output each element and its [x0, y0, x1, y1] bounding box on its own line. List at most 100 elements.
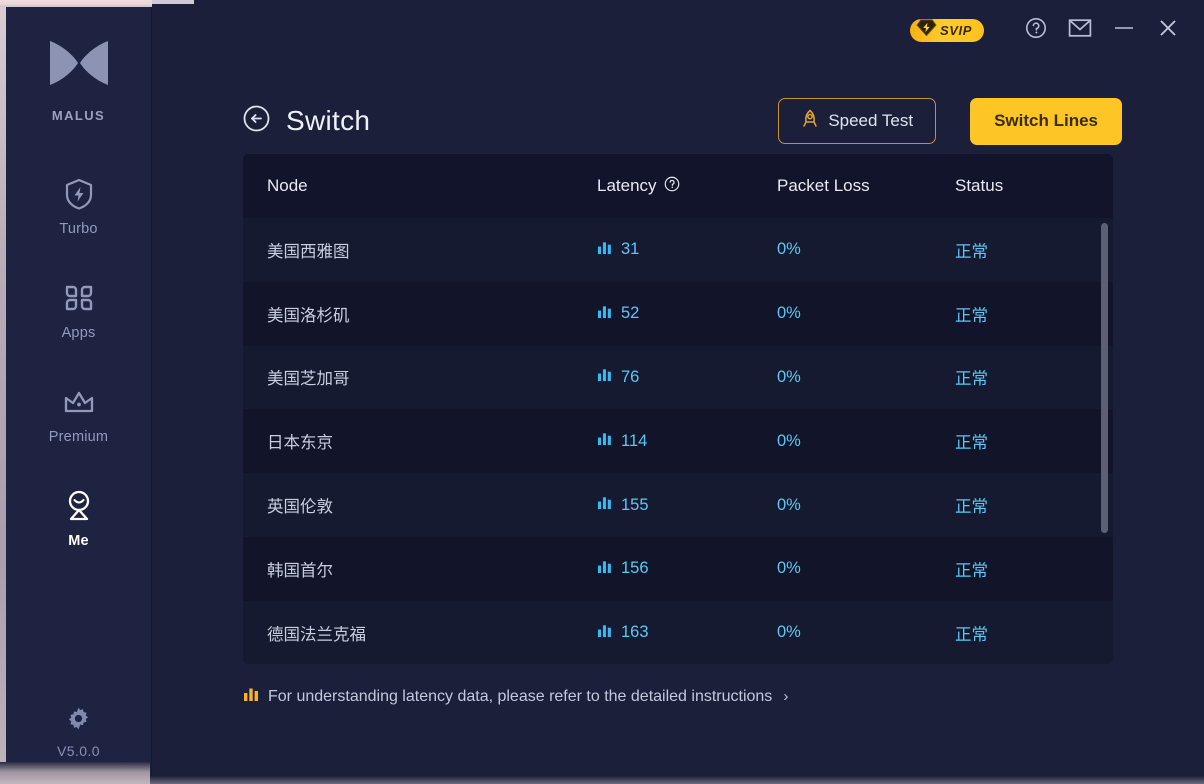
cell-node: 美国洛杉矶 [243, 302, 597, 326]
cell-node: 日本东京 [243, 429, 597, 453]
sidebar-item-premium[interactable]: Premium [6, 375, 151, 455]
version-label: V5.0.0 [6, 743, 151, 759]
brand-name: MALUS [6, 108, 151, 123]
cell-packet-loss: 0% [777, 559, 955, 578]
shield-bolt-icon [64, 179, 94, 209]
cell-status: 正常 [955, 429, 1113, 453]
main-content: Switch Speed Test Switch Lines [152, 56, 1204, 779]
question-circle-icon[interactable] [664, 176, 680, 197]
cell-latency-value: 52 [621, 304, 639, 323]
page-header: Switch Speed Test Switch Lines [152, 56, 1204, 154]
desktop-artifact-top-right [152, 0, 194, 4]
desktop-artifact-left [0, 7, 6, 784]
bar-chart-icon [597, 559, 612, 579]
svip-badge[interactable]: SVIP [910, 19, 984, 42]
latency-instructions-link[interactable]: For understanding latency data, please r… [243, 686, 1204, 707]
version-area: V5.0.0 [6, 706, 151, 759]
bar-chart-icon [597, 240, 612, 260]
cell-packet-loss: 0% [777, 496, 955, 515]
cell-node: 美国芝加哥 [243, 365, 597, 389]
grid-apps-icon [64, 283, 94, 313]
sidebar: MALUS Turbo [6, 7, 152, 779]
question-circle-icon [1025, 17, 1047, 44]
cell-status: 正常 [955, 557, 1113, 581]
latency-instructions-text: For understanding latency data, please r… [268, 688, 772, 706]
speed-test-button[interactable]: Speed Test [778, 98, 936, 144]
cell-latency-value: 156 [621, 559, 649, 578]
mail-button[interactable] [1058, 10, 1102, 50]
table-row[interactable]: 美国西雅图310%正常 [243, 218, 1113, 282]
cell-node: 韩国首尔 [243, 557, 597, 581]
brand: MALUS [6, 37, 151, 123]
svip-label: SVIP [940, 23, 972, 38]
cell-packet-loss: 0% [777, 432, 955, 451]
column-header-latency: Latency [597, 176, 777, 197]
cell-latency: 31 [597, 240, 777, 260]
cell-latency-value: 114 [621, 432, 647, 451]
table-row[interactable]: 英国伦敦 155 0%正常 [243, 473, 1113, 537]
cell-latency: 52 [597, 304, 777, 324]
close-button[interactable] [1146, 10, 1190, 50]
gear-icon[interactable] [6, 706, 151, 731]
speed-test-label: Speed Test [828, 111, 913, 131]
cell-status: 正常 [955, 493, 1113, 517]
rocket-icon [801, 109, 819, 134]
sidebar-item-turbo[interactable]: Turbo [6, 167, 151, 247]
table-row[interactable]: 美国芝加哥760%正常 [243, 346, 1113, 410]
cell-packet-loss: 0% [777, 623, 955, 642]
minimize-icon [1113, 21, 1135, 39]
bar-chart-icon [243, 686, 259, 707]
cell-latency: 156 [597, 559, 777, 579]
desktop-artifact-bottom-left [0, 762, 150, 784]
minimize-button[interactable] [1102, 10, 1146, 50]
back-circle-arrow-icon [243, 105, 270, 137]
cell-status: 正常 [955, 621, 1113, 645]
table-row[interactable]: 美国洛杉矶 52 0%正常 [243, 282, 1113, 346]
cell-node: 德国法兰克福 [243, 621, 597, 645]
close-icon [1158, 18, 1178, 43]
cell-latency: 114 [597, 431, 777, 451]
crown-icon [62, 387, 96, 417]
user-icon [64, 491, 94, 521]
switch-lines-button[interactable]: Switch Lines [970, 98, 1122, 145]
table-scrollbar[interactable] [1101, 218, 1108, 664]
cell-latency-value: 31 [621, 240, 639, 259]
chevron-right-icon: › [783, 688, 788, 705]
sidebar-item-me[interactable]: Me [6, 479, 151, 559]
cell-status: 正常 [955, 238, 1113, 262]
node-table: Node Latency Packet Loss Status 美国西雅图 31 0… [243, 154, 1113, 664]
cell-packet-loss: 0% [777, 304, 955, 323]
cell-latency: 155 [597, 495, 777, 515]
sidebar-item-apps[interactable]: Apps [6, 271, 151, 351]
malus-logo-icon [6, 37, 151, 94]
bar-chart-icon [597, 367, 612, 387]
table-header-row: Node Latency Packet Loss Status [243, 154, 1113, 218]
table-row[interactable]: 德国法兰克福 163 0%正常 [243, 601, 1113, 664]
sidebar-item-label: Turbo [59, 221, 97, 237]
table-row[interactable]: 日本东京 114 0%正常 [243, 409, 1113, 473]
help-button[interactable] [1014, 10, 1058, 50]
column-header-latency-label: Latency [597, 176, 657, 196]
column-header-status: Status [955, 176, 1113, 196]
cell-latency-value: 155 [621, 496, 649, 515]
header-actions: Speed Test Switch Lines [778, 98, 1122, 145]
mail-icon [1068, 18, 1092, 43]
back-button[interactable] [243, 105, 270, 137]
sidebar-nav: Turbo Apps [6, 167, 151, 559]
sidebar-item-label: Apps [62, 325, 96, 341]
sidebar-item-label: Me [68, 533, 89, 549]
column-header-node: Node [243, 176, 597, 196]
desktop-artifact-top [0, 0, 152, 7]
cell-latency-value: 163 [621, 623, 649, 642]
cell-status: 正常 [955, 302, 1113, 326]
cell-node: 美国西雅图 [243, 238, 597, 262]
diamond-bolt-icon [916, 18, 937, 42]
table-body: 美国西雅图310%正常美国洛杉矶520%正常美国芝加哥760%正常日本东京114… [243, 218, 1113, 664]
cell-node: 英国伦敦 [243, 493, 597, 517]
sidebar-item-label: Premium [49, 429, 108, 445]
cell-latency-value: 76 [621, 368, 639, 387]
column-header-packet-loss: Packet Loss [777, 176, 955, 196]
cell-latency: 76 [597, 367, 777, 387]
scrollbar-thumb[interactable] [1101, 223, 1108, 533]
table-row[interactable]: 韩国首尔 156 0%正常 [243, 537, 1113, 601]
